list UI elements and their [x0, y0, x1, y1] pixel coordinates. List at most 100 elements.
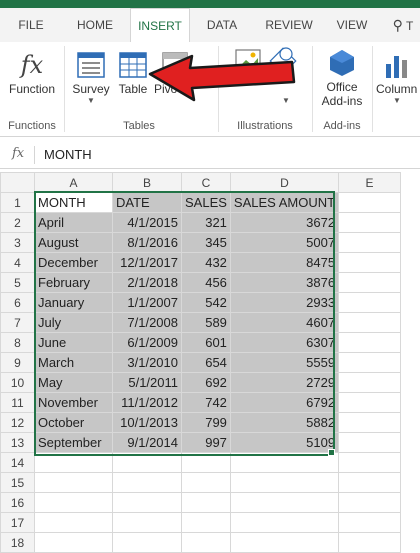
row-header[interactable]: 5 [0, 272, 35, 293]
row-header[interactable]: 8 [0, 332, 35, 353]
cell[interactable]: 1/1/2007 [112, 292, 182, 313]
cell[interactable] [34, 452, 113, 473]
row-header[interactable]: 2 [0, 212, 35, 233]
cell[interactable]: 8/1/2016 [112, 232, 182, 253]
select-all-corner[interactable] [0, 172, 35, 193]
tab-view[interactable]: VIEW [330, 8, 374, 42]
cell[interactable]: March [34, 352, 113, 373]
cell[interactable]: 9/1/2014 [112, 432, 182, 453]
cell[interactable]: June [34, 332, 113, 353]
row-header[interactable]: 6 [0, 292, 35, 313]
office-addins-button[interactable]: Office Add-ins [316, 46, 368, 108]
cell[interactable] [229, 512, 340, 533]
cell[interactable]: 11/1/2012 [112, 392, 182, 413]
cell[interactable]: 742 [181, 392, 231, 413]
cell[interactable]: 799 [181, 412, 231, 433]
tab-tell-me[interactable]: ⚲ T [386, 8, 420, 42]
cell[interactable]: 2/1/2018 [112, 272, 182, 293]
cell[interactable] [34, 532, 113, 553]
row-header[interactable]: 10 [0, 372, 35, 393]
cell[interactable] [34, 472, 113, 493]
fill-handle[interactable] [328, 449, 335, 456]
cell[interactable] [338, 272, 402, 293]
cell[interactable] [338, 492, 402, 513]
cell[interactable] [338, 232, 402, 253]
cell[interactable]: 3/1/2010 [112, 352, 182, 373]
row-header[interactable]: 17 [0, 512, 35, 533]
cell[interactable] [229, 452, 340, 473]
row-header[interactable]: 7 [0, 312, 35, 333]
cell[interactable]: 432 [181, 252, 231, 273]
cell[interactable]: January [34, 292, 113, 313]
cell[interactable] [338, 532, 402, 553]
column-header-d[interactable]: D [229, 172, 340, 193]
cell[interactable]: 5/1/2011 [112, 372, 182, 393]
row-header[interactable]: 3 [0, 232, 35, 253]
row-header[interactable]: 16 [0, 492, 35, 513]
cell[interactable]: 4/1/2015 [112, 212, 182, 233]
row-header[interactable]: 13 [0, 432, 35, 453]
cell[interactable]: 601 [181, 332, 231, 353]
cell[interactable]: April [34, 212, 113, 233]
cell[interactable]: 8475 [229, 252, 340, 273]
tab-file[interactable]: FILE [14, 8, 48, 42]
cell[interactable] [229, 492, 340, 513]
cell[interactable] [338, 332, 402, 353]
cell[interactable]: 3876 [229, 272, 340, 293]
cell[interactable]: 10/1/2013 [112, 412, 182, 433]
fx-icon[interactable]: fx [12, 146, 24, 161]
cell[interactable]: SALES AMOUNT [229, 192, 340, 213]
cell[interactable] [338, 512, 402, 533]
cell[interactable]: MONTH [34, 192, 113, 213]
cell[interactable] [338, 372, 402, 393]
cell[interactable]: 6/1/2009 [112, 332, 182, 353]
row-header[interactable]: 15 [0, 472, 35, 493]
cell[interactable]: 5007 [229, 232, 340, 253]
cell[interactable]: 5109 [229, 432, 340, 453]
tab-home[interactable]: HOME [70, 8, 120, 42]
column-header-b[interactable]: B [112, 172, 182, 193]
cell[interactable]: 589 [181, 312, 231, 333]
cell[interactable]: 6792 [229, 392, 340, 413]
tab-data[interactable]: DATA [198, 8, 246, 42]
cell[interactable] [112, 532, 182, 553]
cell[interactable] [112, 472, 182, 493]
cell[interactable]: 456 [181, 272, 231, 293]
cell[interactable]: 321 [181, 212, 231, 233]
cell[interactable]: December [34, 252, 113, 273]
cell[interactable] [181, 452, 231, 473]
cell[interactable] [338, 392, 402, 413]
column-header-c[interactable]: C [181, 172, 231, 193]
cell[interactable] [112, 452, 182, 473]
cell[interactable]: July [34, 312, 113, 333]
cell[interactable]: 542 [181, 292, 231, 313]
cell[interactable]: 692 [181, 372, 231, 393]
row-header[interactable]: 9 [0, 352, 35, 373]
cell[interactable] [338, 472, 402, 493]
cell[interactable]: November [34, 392, 113, 413]
tab-insert[interactable]: INSERT [130, 8, 190, 44]
row-header[interactable]: 14 [0, 452, 35, 473]
column-header-a[interactable]: A [34, 172, 113, 193]
cell[interactable]: SALES [181, 192, 231, 213]
column-chart-button[interactable]: Column ▼ [374, 48, 420, 106]
cell[interactable]: 345 [181, 232, 231, 253]
cell[interactable]: DATE [112, 192, 182, 213]
cell[interactable] [338, 212, 402, 233]
cell[interactable]: August [34, 232, 113, 253]
cell[interactable] [229, 472, 340, 493]
cell[interactable] [34, 512, 113, 533]
cell[interactable] [338, 352, 402, 373]
cell[interactable] [338, 192, 402, 213]
row-header[interactable]: 1 [0, 192, 35, 213]
cell[interactable] [338, 432, 402, 453]
row-header[interactable]: 4 [0, 252, 35, 273]
cell[interactable]: 4607 [229, 312, 340, 333]
cell[interactable]: May [34, 372, 113, 393]
cell[interactable]: 5559 [229, 352, 340, 373]
survey-button[interactable]: Survey ▼ [70, 48, 112, 106]
pivot-button[interactable]: Pivo [154, 48, 194, 96]
cell[interactable]: 997 [181, 432, 231, 453]
cell[interactable] [338, 252, 402, 273]
cell[interactable]: October [34, 412, 113, 433]
